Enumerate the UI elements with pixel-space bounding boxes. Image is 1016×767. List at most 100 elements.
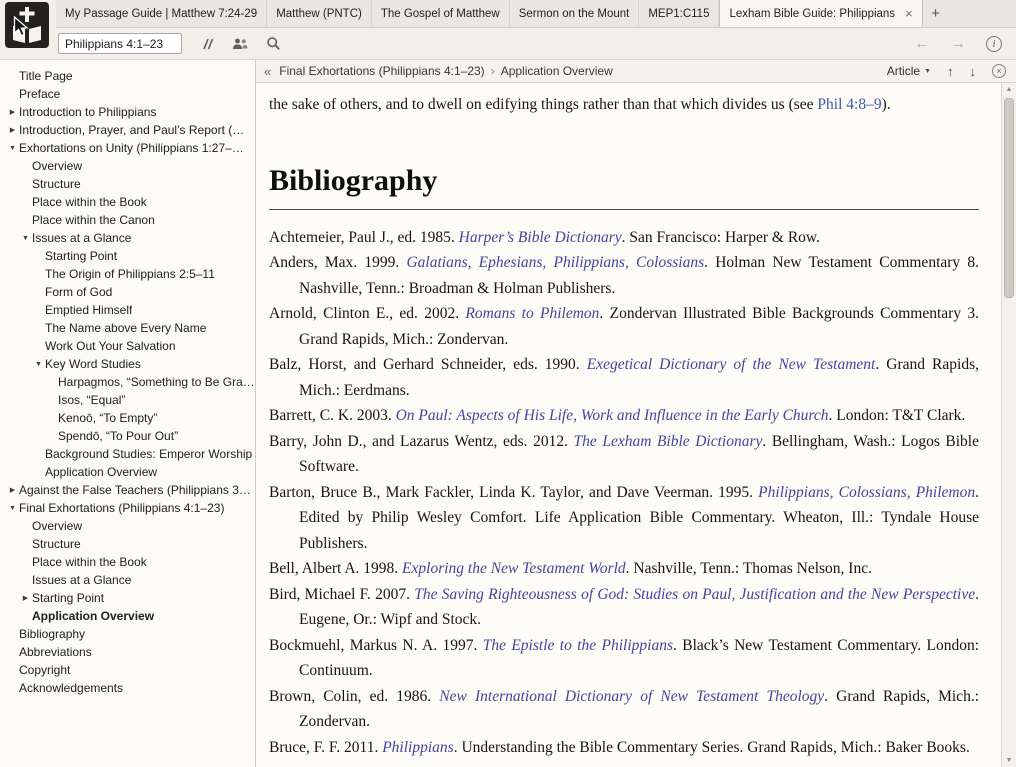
toc-item-label: Issues at a Glance bbox=[32, 573, 132, 587]
toc-item[interactable]: ▼ Final Exhortations (Philippians 4:1–23) bbox=[0, 499, 255, 517]
toc-item[interactable]: Kenoō, “To Empty” bbox=[0, 409, 255, 427]
new-tab-button[interactable]: + bbox=[923, 0, 949, 27]
tab-label: Lexham Bible Guide: Philippians bbox=[729, 7, 896, 20]
toc-item[interactable]: ▶ Introduction to Philippians bbox=[0, 103, 255, 121]
toc-item[interactable]: Structure bbox=[0, 535, 255, 553]
parallel-resources-icon[interactable] bbox=[200, 37, 214, 51]
toc-item-label: The Name above Every Name bbox=[45, 321, 207, 335]
bibliography-entry: Bruce, F. F. 2011. Philippians. Understa… bbox=[269, 735, 979, 761]
logos-app-icon[interactable] bbox=[5, 2, 49, 53]
bib-title-link[interactable]: Harper’s Bible Dictionary bbox=[459, 229, 622, 246]
content-scrollbar[interactable]: ▲ ▼ bbox=[1001, 83, 1016, 767]
breadcrumb-section[interactable]: Final Exhortations (Philippians 4:1–23) bbox=[279, 64, 484, 78]
bib-title-link[interactable]: On Paul: Aspects of His Life, Work and I… bbox=[396, 407, 829, 424]
toc-item[interactable]: Place within the Book bbox=[0, 193, 255, 211]
toc-item[interactable]: Place within the Book bbox=[0, 553, 255, 571]
chevron-right-icon[interactable]: ▶ bbox=[19, 594, 32, 602]
bib-title-link[interactable]: The Lexham Bible Dictionary bbox=[574, 433, 763, 450]
tab-active[interactable]: Lexham Bible Guide: Philippians × bbox=[719, 0, 923, 27]
toc-item[interactable]: ▼ Key Word Studies bbox=[0, 355, 255, 373]
toc-item[interactable]: Background Studies: Emperor Worship bbox=[0, 445, 255, 463]
toc-item-label: Introduction, Prayer, and Paul’s Report … bbox=[19, 123, 245, 137]
chevron-down-icon[interactable]: ▼ bbox=[19, 235, 32, 242]
people-icon[interactable] bbox=[232, 37, 248, 51]
toc-item[interactable]: Place within the Canon bbox=[0, 211, 255, 229]
chevron-right-icon[interactable]: ▶ bbox=[6, 486, 19, 494]
bib-title-link[interactable]: Galatians, Ephesians, Philippians, Colos… bbox=[406, 254, 704, 271]
bib-title-link[interactable]: Romans to Philemon bbox=[465, 305, 599, 322]
back-icon[interactable]: ← bbox=[914, 35, 930, 52]
bib-title-link[interactable]: The Saving Righteousness of God: Studies… bbox=[414, 586, 975, 603]
collapse-toc-icon[interactable]: « bbox=[264, 64, 271, 79]
chevron-right-icon[interactable]: ▶ bbox=[6, 126, 19, 134]
chevron-right-icon[interactable]: ▶ bbox=[6, 108, 19, 116]
bib-citation: Brown, Colin, ed. 1986. bbox=[269, 687, 440, 705]
toc-item[interactable]: Acknowledgements bbox=[0, 679, 255, 697]
bib-title-link[interactable]: The Epistle to the Philippians bbox=[483, 637, 673, 654]
next-article-icon[interactable]: ↓ bbox=[970, 64, 977, 79]
scroll-down-icon[interactable]: ▼ bbox=[1002, 757, 1016, 764]
toc-item[interactable]: Starting Point bbox=[0, 247, 255, 265]
chevron-down-icon[interactable]: ▼ bbox=[32, 361, 45, 368]
toc-item[interactable]: Issues at a Glance bbox=[0, 571, 255, 589]
bibliography-entry: Achtemeier, Paul J., ed. 1985. Harper’s … bbox=[269, 225, 979, 251]
toc-item[interactable]: Application Overview bbox=[0, 607, 255, 625]
tab-close-icon[interactable]: × bbox=[905, 7, 913, 20]
bib-title-link[interactable]: Exploring the New Testament World bbox=[402, 560, 626, 577]
toc-item[interactable]: Structure bbox=[0, 175, 255, 193]
bib-title-link[interactable]: Philippians bbox=[382, 739, 453, 756]
toc-item[interactable]: Isos, “Equal” bbox=[0, 391, 255, 409]
chevron-down-icon[interactable]: ▼ bbox=[6, 145, 19, 152]
toc-item[interactable]: Form of God bbox=[0, 283, 255, 301]
toc-item-label: Preface bbox=[19, 87, 61, 101]
toc-item[interactable]: The Origin of Philippians 2:5–11 bbox=[0, 265, 255, 283]
toc-item-label: Acknowledgements bbox=[19, 681, 124, 695]
toc-item[interactable]: Application Overview bbox=[0, 463, 255, 481]
toc-item[interactable]: Overview bbox=[0, 157, 255, 175]
article-dropdown[interactable]: Article ▼ bbox=[887, 64, 931, 78]
bibliography-entry: Barrett, C. K. 2003. On Paul: Aspects of… bbox=[269, 403, 979, 429]
tab[interactable]: The Gospel of Matthew bbox=[372, 0, 510, 27]
toc-item[interactable]: Abbreviations bbox=[0, 643, 255, 661]
toc-item[interactable]: Copyright bbox=[0, 661, 255, 679]
scroll-up-icon[interactable]: ▲ bbox=[1002, 86, 1016, 93]
toc-item[interactable]: ▶ Against the False Teachers (Philippians… bbox=[0, 481, 255, 499]
toc-item-label: Structure bbox=[32, 177, 81, 191]
tab[interactable]: Matthew (PNTC) bbox=[267, 0, 372, 27]
tab[interactable]: My Passage Guide | Matthew 7:24-29 bbox=[56, 0, 268, 27]
toc-item[interactable]: Harpagmos, “Something to Be Gra… bbox=[0, 373, 255, 391]
toc-item[interactable]: ▼ Exhortations on Unity (Philippians 1:27… bbox=[0, 139, 255, 157]
toc-item[interactable]: ▶ Introduction, Prayer, and Paul’s Report… bbox=[0, 121, 255, 139]
bibliography-entry: Arnold, Clinton E., ed. 2002. Romans to … bbox=[269, 301, 979, 352]
toc-item[interactable]: Emptied Himself bbox=[0, 301, 255, 319]
close-panel-icon[interactable]: × bbox=[992, 64, 1006, 78]
chevron-down-icon[interactable]: ▼ bbox=[6, 505, 19, 512]
toc-item-label: Isos, “Equal” bbox=[58, 393, 126, 407]
breadcrumb-article[interactable]: Application Overview bbox=[501, 64, 613, 78]
tab[interactable]: Sermon on the Mount bbox=[510, 0, 640, 27]
toc-item[interactable]: The Name above Every Name bbox=[0, 319, 255, 337]
info-icon[interactable]: i bbox=[986, 35, 1002, 52]
toc-item[interactable]: Overview bbox=[0, 517, 255, 535]
toc-item-label: Abbreviations bbox=[19, 645, 92, 659]
toc-item[interactable]: Bibliography bbox=[0, 625, 255, 643]
tab[interactable]: MEP1:C115 bbox=[639, 0, 720, 27]
toc-item[interactable]: Preface bbox=[0, 85, 255, 103]
bib-title-link[interactable]: Exegetical Dictionary of the New Testame… bbox=[587, 356, 876, 373]
search-icon[interactable] bbox=[266, 36, 281, 51]
toc-item[interactable]: Title Page bbox=[0, 67, 255, 85]
reference-input[interactable] bbox=[58, 33, 182, 54]
previous-article-icon[interactable]: ↑ bbox=[947, 64, 954, 79]
bib-title-link[interactable]: New International Dictionary of New Test… bbox=[439, 688, 824, 705]
bib-title-link[interactable]: Philippians, Colossians, Philemon bbox=[758, 484, 975, 501]
toc-item[interactable]: ▶ Starting Point bbox=[0, 589, 255, 607]
toc-item[interactable]: Work Out Your Salvation bbox=[0, 337, 255, 355]
scrollbar-thumb[interactable] bbox=[1004, 98, 1014, 298]
article-content: the sake of others, and to dwell on edif… bbox=[256, 83, 1001, 767]
toc-item[interactable]: ▼ Issues at a Glance bbox=[0, 229, 255, 247]
toc-item-label: Final Exhortations (Philippians 4:1–23) bbox=[19, 501, 225, 515]
scripture-reference-link[interactable]: Phil 4:8–9 bbox=[817, 96, 881, 113]
forward-icon[interactable]: → bbox=[950, 35, 966, 52]
toc-item[interactable]: Spendō, “To Pour Out” bbox=[0, 427, 255, 445]
toc-item-label: Copyright bbox=[19, 663, 71, 677]
